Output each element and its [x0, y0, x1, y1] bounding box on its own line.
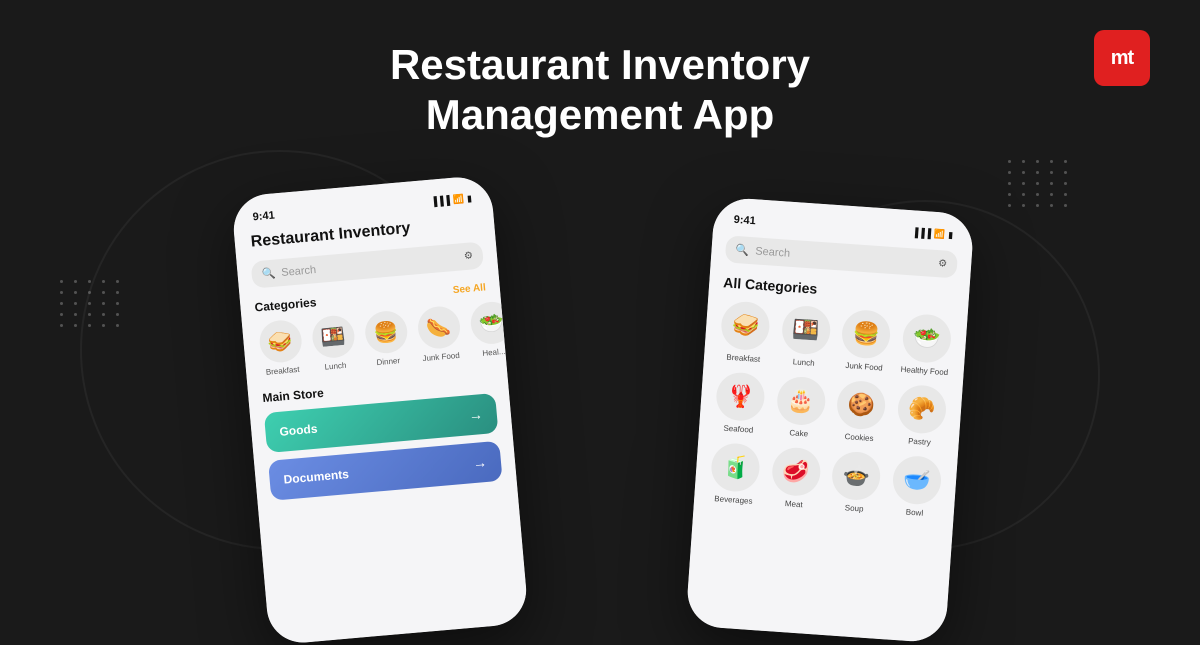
search-placeholder-right: Search [755, 245, 791, 259]
dinner-icon: 🍔 [363, 309, 409, 355]
status-icons-left: ▐▐▐ 📶 ▮ [430, 193, 472, 208]
cat-junk-food-label: Junk Food [845, 361, 883, 373]
breakfast-label: Breakfast [265, 365, 299, 377]
cat-lunch-icon: 🍱 [780, 304, 831, 355]
cat-healthy-food-label: Healthy Food [900, 365, 948, 377]
battery-icon: ▮ [466, 193, 472, 204]
phone-left-screen: 9:41 ▐▐▐ 📶 ▮ Restaurant Inventory 🔍 Sear… [231, 175, 529, 645]
junk-food-icon: 🌭 [416, 305, 462, 351]
cat-breakfast-icon: 🥪 [720, 300, 771, 351]
cat-cake-icon: 🎂 [775, 375, 826, 426]
lunch-label: Lunch [324, 361, 346, 372]
search-placeholder-left: Search [281, 264, 317, 279]
see-all-button-left[interactable]: See All [452, 282, 486, 296]
cat-bowl-label: Bowl [906, 508, 924, 518]
phones-container: 9:41 ▐▐▐ 📶 ▮ Restaurant Inventory 🔍 Sear… [150, 155, 1050, 635]
wifi-icon-right: 📶 [934, 228, 946, 240]
all-categories-title: All Categories [723, 274, 956, 306]
cat-meat-icon: 🥩 [770, 446, 821, 497]
documents-arrow-icon: → [472, 454, 487, 471]
search-bar-right[interactable]: 🔍 Search ⚙ [725, 235, 958, 278]
cat-cookies[interactable]: 🍪 Cookies [834, 379, 889, 443]
category-dinner[interactable]: 🍔 Dinner [361, 309, 411, 368]
cat-pastry[interactable]: 🥐 Pastry [894, 384, 949, 448]
status-icons-right: ▐▐▐ 📶 ▮ [912, 227, 954, 241]
cat-seafood[interactable]: 🦞 Seafood [713, 371, 768, 435]
cat-lunch-label: Lunch [793, 357, 815, 367]
cat-breakfast-label: Breakfast [726, 353, 760, 364]
cat-healthy-food[interactable]: 🥗 Healthy Food [899, 313, 954, 377]
search-icon-right: 🔍 [735, 243, 750, 257]
cat-cake-label: Cake [789, 428, 808, 438]
phone-right-screen: 9:41 ▐▐▐ 📶 ▮ 🔍 Search ⚙ All Categories 🥪… [685, 196, 974, 643]
cat-cookies-label: Cookies [844, 432, 873, 443]
categories-row-left: 🥪 Breakfast 🍱 Lunch 🍔 Dinner 🌭 Junk Food… [256, 302, 492, 377]
all-categories-grid: 🥪 Breakfast 🍱 Lunch 🍔 Junk Food 🥗 Health… [708, 300, 954, 519]
cat-beverages-label: Beverages [714, 494, 753, 506]
category-healthy[interactable]: 🥗 Heal... [467, 300, 517, 359]
dot-grid-left [60, 280, 122, 327]
signal-icon: ▐▐▐ [430, 195, 450, 207]
header-section: Restaurant Inventory Management App [0, 40, 1200, 141]
cat-soup-label: Soup [845, 503, 864, 513]
goods-label: Goods [279, 422, 318, 439]
cat-cake[interactable]: 🎂 Cake [773, 375, 828, 439]
status-time-left: 9:41 [252, 209, 275, 223]
categories-title-left: Categories [254, 295, 317, 314]
cat-soup-icon: 🍲 [831, 450, 882, 501]
category-breakfast[interactable]: 🥪 Breakfast [256, 319, 306, 378]
search-icon-left: 🔍 [261, 267, 276, 281]
documents-label: Documents [283, 467, 349, 487]
category-junk-food[interactable]: 🌭 Junk Food [414, 305, 464, 364]
goods-arrow-icon: → [468, 406, 483, 423]
healthy-label: Heal... [482, 347, 506, 358]
category-lunch[interactable]: 🍱 Lunch [309, 314, 359, 373]
filter-icon-left: ⚙ [464, 250, 474, 262]
cat-lunch[interactable]: 🍱 Lunch [778, 304, 833, 368]
cat-breakfast[interactable]: 🥪 Breakfast [718, 300, 773, 364]
cat-pastry-label: Pastry [908, 437, 931, 448]
wifi-icon: 📶 [452, 193, 464, 205]
junk-food-label: Junk Food [422, 351, 460, 363]
cat-beverages[interactable]: 🧃 Beverages [708, 442, 763, 506]
filter-icon-right: ⚙ [938, 258, 948, 270]
cat-seafood-label: Seafood [723, 424, 753, 435]
cat-beverages-icon: 🧃 [710, 442, 761, 493]
cat-pastry-icon: 🥐 [896, 384, 947, 435]
cat-meat-label: Meat [785, 499, 803, 509]
cat-bowl[interactable]: 🥣 Bowl [889, 454, 944, 518]
brand-logo: mt [1094, 30, 1150, 86]
phone-right: 9:41 ▐▐▐ 📶 ▮ 🔍 Search ⚙ All Categories 🥪… [685, 196, 974, 643]
battery-icon-right: ▮ [948, 229, 954, 240]
cat-bowl-icon: 🥣 [891, 455, 942, 506]
page-title: Restaurant Inventory Management App [0, 40, 1200, 141]
cat-soup[interactable]: 🍲 Soup [829, 450, 884, 514]
signal-icon-right: ▐▐▐ [912, 227, 932, 238]
cat-junk-food-icon: 🍔 [841, 309, 892, 360]
lunch-icon: 🍱 [310, 314, 356, 360]
cat-cookies-icon: 🍪 [836, 380, 887, 431]
cat-meat[interactable]: 🥩 Meat [768, 446, 823, 510]
cat-seafood-icon: 🦞 [715, 371, 766, 422]
cat-healthy-food-icon: 🥗 [901, 313, 952, 364]
phone-left: 9:41 ▐▐▐ 📶 ▮ Restaurant Inventory 🔍 Sear… [231, 175, 529, 645]
breakfast-icon: 🥪 [257, 319, 303, 365]
cat-junk-food[interactable]: 🍔 Junk Food [839, 309, 894, 373]
status-time-right: 9:41 [733, 214, 756, 228]
healthy-icon: 🥗 [469, 300, 515, 346]
dinner-label: Dinner [376, 356, 400, 367]
